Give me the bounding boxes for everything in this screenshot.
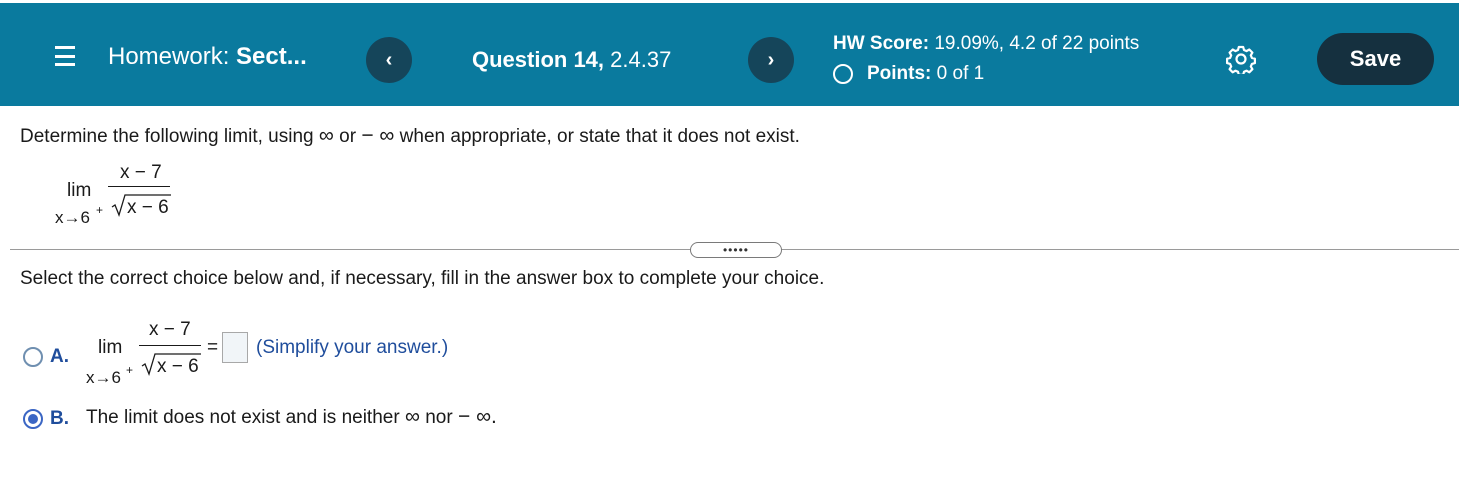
question-id: 2.4.37 <box>610 47 672 72</box>
chevron-left-icon: ‹ <box>385 48 393 71</box>
choice-b-letter: B. <box>50 408 69 429</box>
instruction-text-1: Determine the following limit, using <box>20 126 314 147</box>
instruction-or: or <box>339 126 357 147</box>
hw-score: HW Score: 19.09%, 4.2 of 22 points <box>833 33 1139 55</box>
choice-a-lim-subscript: x→6 <box>86 368 121 387</box>
choice-b-infinity-symbol: ∞ <box>404 405 420 428</box>
hw-score-label: HW Score: <box>833 33 930 54</box>
header-bar: Homework: Sect... ‹ Question 14, 2.4.37 … <box>0 3 1459 106</box>
previous-question-button[interactable]: ‹ <box>366 37 412 83</box>
choice-a-numerator: x − 7 <box>149 319 191 340</box>
instruction-text-2: when appropriate, or state that it does … <box>399 126 800 147</box>
homework-title: Homework: Sect... <box>108 43 307 71</box>
lim-subscript: x→6 <box>55 208 90 227</box>
choice-b-text-1: The limit does not exist and is neither <box>86 407 400 428</box>
points-label: Points: <box>867 63 932 84</box>
choice-a-denominator: x − 6 <box>157 356 199 377</box>
choice-prompt: Select the correct choice below and, if … <box>20 268 825 289</box>
choice-a-lim-superscript: + <box>126 363 134 377</box>
choice-b-radio[interactable] <box>23 409 43 429</box>
question-number: Question 14, <box>472 47 605 72</box>
choice-a-lim-label: lim <box>98 337 123 358</box>
choice-b-nor: nor <box>425 407 453 428</box>
chevron-right-icon: › <box>767 48 775 71</box>
denominator: x − 6 <box>127 197 169 218</box>
numerator: x − 7 <box>120 162 162 183</box>
choice-a-hint: (Simplify your answer.) <box>256 337 449 358</box>
choice-a-radio[interactable] <box>23 347 43 367</box>
points-status: Points: 0 of 1 <box>833 63 984 85</box>
choice-a-fraction-bar <box>139 345 201 346</box>
lim-label: lim <box>67 180 92 201</box>
lim-superscript: + <box>96 203 104 217</box>
negative-infinity-symbol: − ∞ <box>361 124 395 147</box>
points-circle-icon <box>833 64 853 84</box>
expand-toggle-button[interactable]: ••••• <box>690 242 782 258</box>
next-question-button[interactable]: › <box>748 37 794 83</box>
homework-title-prefix: Homework: <box>108 43 230 70</box>
infinity-symbol: ∞ <box>318 124 334 147</box>
problem-instruction: Determine the following limit, using ∞ o… <box>20 124 800 148</box>
gear-icon[interactable] <box>1226 44 1256 74</box>
fraction-bar <box>108 186 170 187</box>
question-label: Question 14, 2.4.37 <box>472 47 671 73</box>
choice-a-answer-input[interactable] <box>222 332 248 363</box>
save-button[interactable]: Save <box>1317 33 1434 85</box>
hw-score-value: 19.09%, 4.2 of 22 points <box>934 33 1140 54</box>
choice-a-equals: = <box>207 337 219 358</box>
points-value: 0 of 1 <box>936 63 985 84</box>
choice-a-letter: A. <box>50 346 69 367</box>
homework-section-name[interactable]: Sect... <box>236 43 307 70</box>
menu-icon[interactable] <box>55 46 75 66</box>
choice-b-negative-infinity-symbol: − ∞. <box>457 405 497 428</box>
choice-b-text: The limit does not exist and is neither … <box>86 405 497 429</box>
